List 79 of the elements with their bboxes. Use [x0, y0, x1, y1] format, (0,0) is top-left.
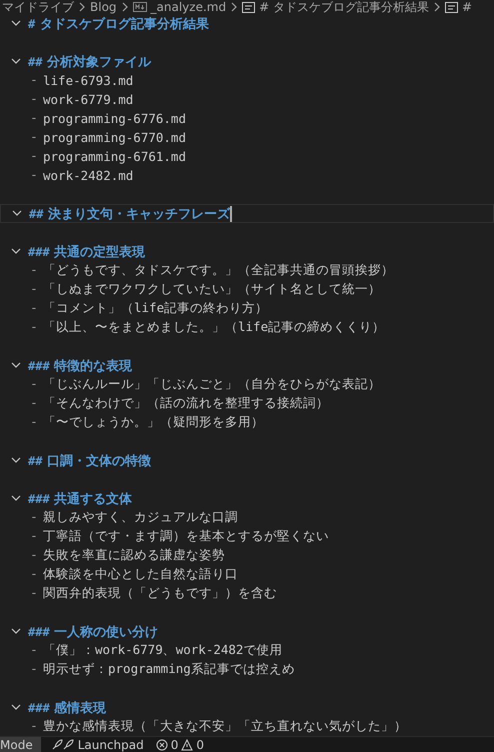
symbol-icon: [444, 2, 458, 12]
list-bullet: -: [30, 92, 39, 107]
chevron-right-icon: [432, 2, 441, 12]
chevron-down-icon[interactable]: [11, 457, 21, 464]
list-item: 親しみやすく、カジュアルな口調: [43, 509, 238, 526]
heading-text: ### 共通する文体: [28, 490, 132, 508]
list-item: 明示せず：programming系記事では控えめ: [43, 661, 295, 678]
list-bullet: -: [30, 586, 39, 601]
list-bullet: -: [30, 168, 39, 183]
list-bullet: -: [30, 567, 39, 582]
chevron-down-icon[interactable]: [11, 248, 21, 255]
breadcrumb-item[interactable]: # タドスケブログ記事分析結果: [259, 0, 429, 14]
chevron-down-icon[interactable]: [11, 704, 21, 711]
list-bullet: -: [30, 282, 39, 297]
list-item: 「以上、〜をまとめました。」（life記事の締めくくり）: [43, 319, 386, 336]
list-bullet: -: [30, 301, 39, 316]
breadcrumb-item[interactable]: #: [462, 0, 472, 14]
heading-text: ## 口調・文体の特徴: [28, 452, 151, 470]
chevron-down-icon[interactable]: [12, 210, 22, 217]
list-bullet: -: [30, 662, 39, 677]
chevron-down-icon[interactable]: [11, 628, 21, 635]
warning-count[interactable]: 0: [196, 738, 204, 752]
list-bullet: -: [30, 320, 39, 335]
list-item: 「僕」：work-6779、work-2482で使用: [43, 642, 282, 659]
symbol-icon: [242, 2, 256, 12]
launchpad-label[interactable]: Launchpad: [78, 738, 144, 752]
list-item: 「どうもです、タドスケです。」（全記事共通の冒頭挨拶）: [43, 262, 394, 279]
heading-text: ## 決まり文句・キャッチフレーズ: [29, 206, 230, 222]
heading-text: ## 分析対象ファイル: [28, 54, 151, 70]
heading-text: ### 共通の定型表現: [28, 244, 146, 260]
list-item: programming-6761.md: [43, 149, 186, 164]
breadcrumb-item[interactable]: _analyze.md: [150, 0, 226, 14]
list-bullet: -: [30, 548, 39, 563]
list-item: work-2482.md: [43, 168, 134, 183]
chevron-right-icon: [230, 2, 238, 12]
list-item: work-6779.md: [43, 92, 134, 107]
warning-icon[interactable]: [181, 738, 194, 750]
list-bullet: -: [30, 377, 39, 392]
list-item: 「そんなわけで」（話の流れを整理する接続詞）: [43, 395, 329, 412]
error-count[interactable]: 0: [170, 738, 178, 752]
chevron-down-icon[interactable]: [11, 58, 21, 65]
heading-text: ### 特徴的な表現: [28, 358, 132, 374]
list-item: 体験談を中心とした自然な語り口: [43, 566, 238, 583]
chevron-right-icon: [120, 2, 129, 12]
list-item: 豊かな感情表現（「大きな不安」「立ち直れない気がした」）: [43, 718, 407, 735]
list-item: programming-6770.md: [43, 130, 186, 145]
list-bullet: -: [30, 111, 39, 126]
list-item: 丁寧語（です・ます調）を基本とするが堅くない: [43, 528, 329, 545]
chevron-down-icon[interactable]: [11, 362, 21, 369]
list-item: 失敗を率直に認める謙虚な姿勢: [43, 547, 225, 564]
error-icon[interactable]: [156, 738, 168, 750]
chevron-down-icon[interactable]: [11, 495, 21, 502]
list-bullet: -: [30, 529, 39, 544]
list-item: 「〜でしょうか。」（疑問形を多用）: [43, 414, 264, 431]
breadcrumb-item[interactable]: マイドライブ: [2, 0, 74, 14]
list-item: 「コメント」（life記事の終わり方）: [43, 300, 268, 317]
heading-text: ### 一人称の使い分け: [28, 624, 158, 640]
heading-text: ### 感情表現: [28, 700, 106, 716]
list-bullet: -: [30, 643, 39, 658]
list-bullet: -: [30, 396, 39, 411]
list-bullet: -: [30, 510, 39, 525]
mode-item[interactable]: Mode: [0, 737, 41, 752]
markdown-file-icon: [132, 2, 147, 12]
text-cursor: [230, 206, 232, 222]
heading-text: # タドスケブログ記事分析結果: [28, 16, 209, 32]
list-bullet: -: [30, 415, 39, 430]
breadcrumb-item[interactable]: Blog: [90, 0, 117, 14]
list-bullet: -: [30, 130, 39, 145]
list-item: 「じぶんルール」「じぶんごと」（自分をひらがな表記）: [43, 376, 381, 393]
list-bullet: -: [30, 73, 39, 88]
list-item: life-6793.md: [43, 73, 134, 88]
chevron-right-icon: [78, 2, 86, 12]
list-bullet: -: [30, 149, 39, 164]
list-item: programming-6776.md: [43, 111, 186, 126]
list-item: 関西弁的表現（「どうもです」）を含む: [43, 585, 277, 602]
list-bullet: -: [30, 263, 39, 278]
list-item: 「しぬまでワクワクしていたい」（サイト名として統一）: [43, 281, 381, 298]
list-bullet: -: [30, 719, 39, 734]
chevron-down-icon[interactable]: [11, 20, 21, 27]
